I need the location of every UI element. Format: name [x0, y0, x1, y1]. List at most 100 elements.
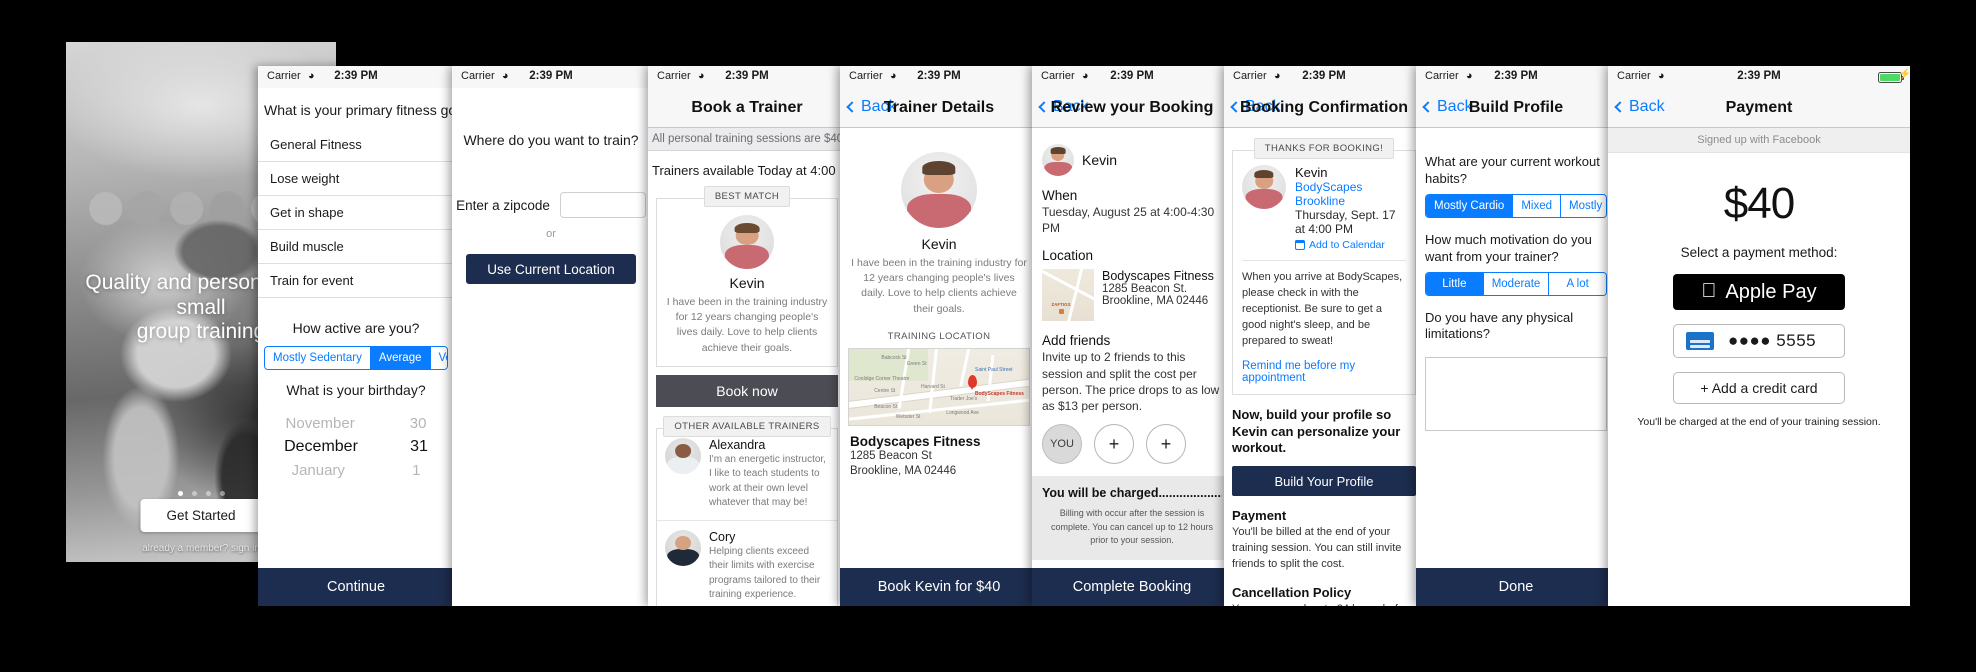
pricing-subbar: All personal training sessions are $40	[648, 128, 846, 151]
picker-day-prev[interactable]: 30	[410, 412, 427, 435]
picker-row-next[interactable]: January 1	[258, 459, 454, 482]
motivation-option-little[interactable]: Little	[1426, 272, 1484, 295]
build-your-profile-button[interactable]: Build Your Profile	[1232, 466, 1416, 497]
habit-option-mostly-strength[interactable]: Mostly Strength	[1561, 194, 1606, 217]
clock-label: 2:39 PM	[1737, 70, 1781, 82]
avatar-hair	[1254, 170, 1274, 179]
picker-month-next[interactable]: January	[292, 459, 345, 482]
location-map[interactable]: BodyScapes Fitness Saint Paul Street Coo…	[848, 347, 1030, 426]
use-current-location-button[interactable]: Use Current Location	[466, 254, 636, 284]
limitations-textarea[interactable]	[1425, 357, 1607, 432]
friend-chip-you[interactable]: YOU	[1042, 424, 1082, 465]
screen-goals: Carrier ◕ 2:39 PM What is your primary f…	[258, 66, 454, 606]
add-credit-card-button[interactable]: + Add a credit card	[1673, 372, 1845, 404]
motivation-option-a-lot[interactable]: A lot	[1549, 272, 1606, 295]
trainer-details-content: Kevin I have been in the training indust…	[840, 128, 1038, 606]
avatar-head	[675, 443, 691, 459]
continue-button[interactable]: Continue	[258, 568, 454, 606]
activity-segmented-control[interactable]: Mostly Sedentary Average Very Active	[264, 346, 448, 370]
goal-option-train-for-event[interactable]: Train for event	[258, 264, 454, 298]
birthday-picker[interactable]: November 30 December 31 January 1	[258, 412, 454, 488]
workout-habits-segmented-control[interactable]: Mostly Cardio Mixed Mostly Strength	[1425, 193, 1607, 218]
goal-option-build-muscle[interactable]: Build muscle	[258, 230, 454, 264]
list-item[interactable]: Cory Helping clients exceed their limits…	[657, 521, 837, 606]
gym-link[interactable]: BodyScapes Brookline	[1295, 180, 1406, 208]
goal-question: What is your primary fitness goal?	[264, 102, 454, 118]
booking-date: Thursday, Sept. 17 at 4:00 PM	[1295, 208, 1396, 236]
clock-label: 2:39 PM	[917, 70, 961, 82]
status-bar: Carrier ◕ 2:39 PM	[648, 66, 846, 88]
motivation-question: How much motivation do you want from you…	[1425, 231, 1592, 264]
amex-card-icon	[1686, 332, 1714, 350]
page-dot-3[interactable]	[205, 491, 211, 496]
habit-option-mixed[interactable]: Mixed	[1513, 194, 1561, 217]
book-now-button[interactable]: Book now	[656, 374, 838, 407]
confirmation-card: Kevin BodyScapes Brookline Thursday, Sep…	[1232, 150, 1416, 395]
map-label: Coolidge Corner Theatre	[854, 376, 910, 383]
clock-label: 2:39 PM	[529, 70, 573, 82]
add-friend-button-2[interactable]: +	[1146, 424, 1186, 465]
activity-option-very-active[interactable]: Very Active	[430, 347, 447, 369]
status-bar: Carrier ◕ 2:39 PM	[258, 66, 454, 88]
nav-bar: Back Build Profile	[1416, 88, 1616, 128]
featured-trainer-card[interactable]: Kevin I have been in the training indust…	[656, 198, 838, 367]
page-dot-2[interactable]	[191, 491, 197, 496]
book-trainer-cta[interactable]: Book Kevin for $40	[840, 568, 1038, 606]
picker-row-prev[interactable]: November 30	[258, 412, 454, 435]
goal-option-get-in-shape[interactable]: Get in shape	[258, 196, 454, 230]
activity-question: How active are you?	[292, 320, 420, 336]
clock-label: 2:39 PM	[334, 70, 378, 82]
location-row: ZAFTIGS Bodyscapes Fitness 1285 Beacon S…	[1032, 264, 1232, 322]
trainer-name: Alexandra	[709, 437, 766, 452]
trainer-row: Kevin	[1032, 128, 1232, 176]
picker-day-next[interactable]: 1	[412, 459, 420, 482]
trainer-avatar	[1042, 144, 1074, 176]
charge-note: Billing with occur after the session is …	[1050, 508, 1214, 546]
page-dot-1[interactable]	[177, 491, 183, 496]
zipcode-input[interactable]	[559, 192, 646, 218]
page-title: Build Profile	[1468, 99, 1564, 116]
workout-habits-question: What are your current workout habits?	[1425, 154, 1600, 186]
map-label: Trader Joe's	[949, 395, 978, 402]
availability-label: Trainers available Today at 4:00 PM	[652, 163, 846, 178]
add-friends-text: Invite up to 2 friends to this session a…	[1042, 350, 1220, 413]
page-title: Book a Trainer	[691, 99, 803, 116]
map-label: Harvard St	[921, 383, 945, 390]
other-trainers-list: Alexandra I'm an energetic instructor, I…	[656, 427, 838, 606]
get-started-button[interactable]: Get Started	[140, 499, 262, 532]
map-label: Webster St	[895, 414, 921, 421]
screen-booking-confirmation: Carrier ◕ 2:39 PM Back Booking Confirmat…	[1224, 66, 1424, 606]
signed-up-banner: Signed up with Facebook	[1608, 128, 1910, 153]
picker-month-prev[interactable]: November	[286, 412, 355, 435]
complete-booking-button[interactable]: Complete Booking	[1032, 568, 1232, 606]
picker-row-selected[interactable]: December 31	[258, 435, 454, 459]
avatar-body	[667, 457, 699, 474]
mini-map[interactable]: ZAFTIGS	[1042, 269, 1094, 322]
remind-me-link[interactable]: Remind me before my appointment	[1242, 360, 1406, 384]
booking-info: Kevin BodyScapes Brookline Thursday, Sep…	[1294, 165, 1406, 251]
motivation-option-moderate[interactable]: Moderate	[1483, 272, 1550, 295]
apple-pay-button[interactable]:  Apple Pay	[1673, 274, 1845, 310]
activity-option-average[interactable]: Average	[370, 347, 431, 369]
goal-option-lose-weight[interactable]: Lose weight	[258, 162, 454, 196]
list-item[interactable]: Alexandra I'm an energetic instructor, I…	[657, 429, 837, 521]
add-to-calendar-label[interactable]: Add to Calendar	[1309, 239, 1385, 251]
page-dot-4[interactable]	[219, 491, 225, 496]
motivation-segmented-control[interactable]: Little Moderate A lot	[1425, 271, 1607, 296]
picker-day-selected[interactable]: 31	[410, 435, 428, 459]
status-bar: Carrier ◕ 2:39 PM ⚡	[1608, 66, 1910, 88]
add-to-calendar-button[interactable]: Add to Calendar	[1294, 239, 1406, 251]
goal-option-general-fitness[interactable]: General Fitness	[258, 128, 454, 162]
map-label: Centre St	[874, 388, 896, 395]
status-bar: Carrier ◕ 2:39 PM	[452, 66, 650, 88]
habit-option-mostly-cardio[interactable]: Mostly Cardio	[1426, 194, 1514, 217]
clock-label: 2:39 PM	[1302, 70, 1346, 82]
picker-month-selected[interactable]: December	[284, 435, 358, 459]
trainer-name: Kevin	[921, 236, 957, 252]
saved-card-button[interactable]: ●●●● 5555	[1673, 324, 1845, 358]
done-button[interactable]: Done	[1416, 568, 1616, 606]
add-friend-button-1[interactable]: +	[1094, 424, 1134, 465]
clock-label: 2:39 PM	[1110, 70, 1154, 82]
gym-address-block: Bodyscapes Fitness 1285 Beacon St. Brook…	[1102, 269, 1214, 321]
activity-option-sedentary[interactable]: Mostly Sedentary	[265, 347, 371, 369]
